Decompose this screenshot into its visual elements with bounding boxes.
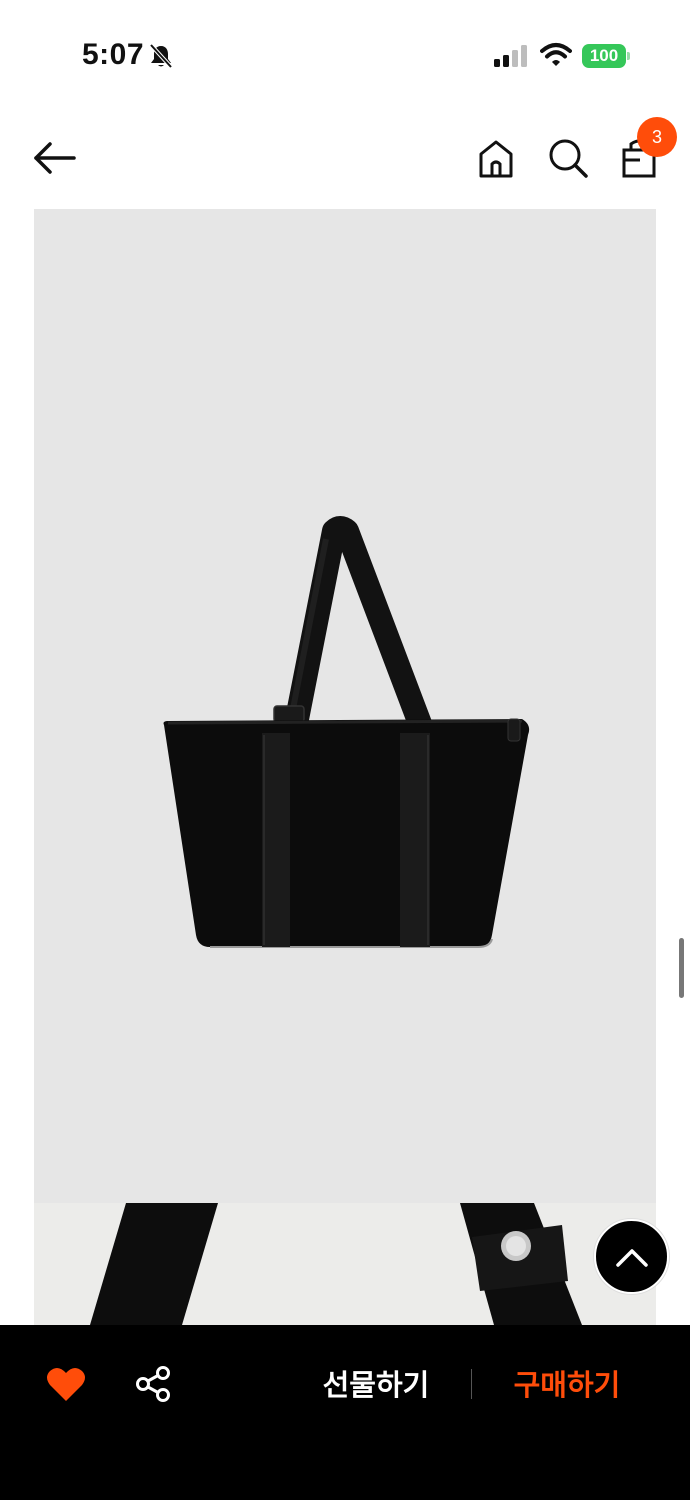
chevron-up-icon xyxy=(616,1249,648,1267)
product-image-detail[interactable] xyxy=(34,1203,656,1325)
battery-level: 100 xyxy=(582,44,626,68)
battery-indicator: 100 xyxy=(582,44,630,68)
home-icon[interactable] xyxy=(474,136,518,180)
top-navigation xyxy=(0,110,690,206)
buy-button[interactable]: 구매하기 xyxy=(500,1363,634,1407)
scroll-to-top-button[interactable] xyxy=(594,1219,669,1294)
heart-icon[interactable] xyxy=(46,1365,86,1403)
back-arrow-icon[interactable] xyxy=(30,138,78,178)
wifi-icon xyxy=(540,43,572,66)
gift-button[interactable]: 선물하기 xyxy=(310,1363,442,1407)
strap-detail-illustration xyxy=(90,1203,582,1325)
cellular-signal-icon xyxy=(494,45,527,67)
divider xyxy=(471,1369,472,1399)
bell-off-icon xyxy=(149,43,173,69)
share-icon[interactable] xyxy=(134,1365,172,1403)
status-bar: 5:07 100 xyxy=(0,0,690,110)
cart-count-badge: 3 xyxy=(637,117,677,157)
bottom-action-bar: 선물하기 구매하기 xyxy=(0,1325,690,1500)
scroll-indicator[interactable] xyxy=(679,938,684,998)
product-image-main[interactable] xyxy=(34,209,656,1203)
search-icon[interactable] xyxy=(546,136,590,180)
tote-bag-illustration xyxy=(163,516,530,948)
status-time: 5:07 xyxy=(82,38,145,71)
